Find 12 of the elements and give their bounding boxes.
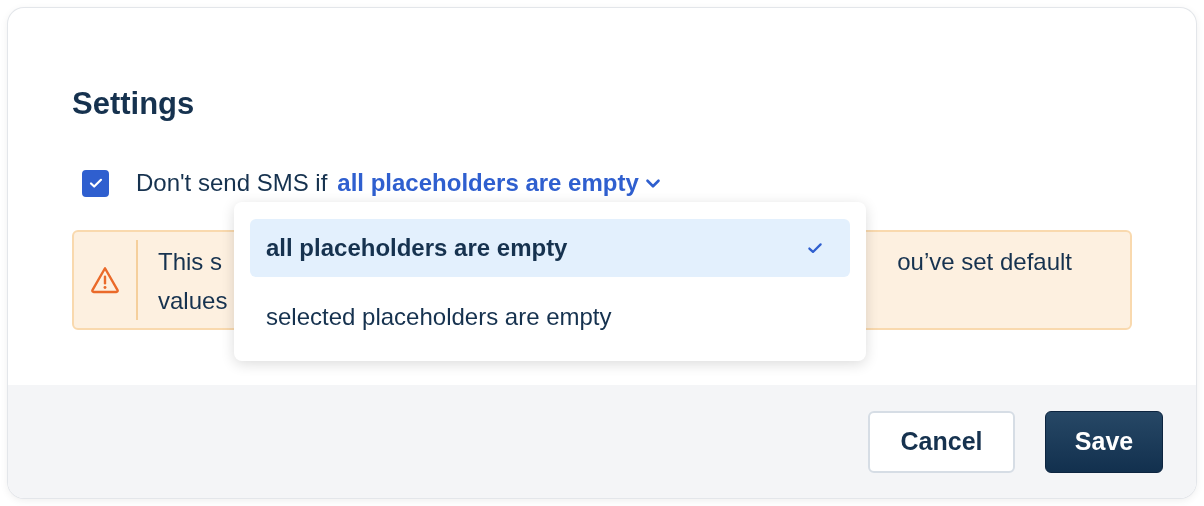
warning-text: ou’ve set default: [897, 247, 1072, 277]
condition-dropdown[interactable]: all placeholders are empty: [337, 169, 661, 197]
condition-label: Don't send SMS if: [136, 169, 328, 197]
cancel-button[interactable]: Cancel: [868, 410, 1015, 473]
checkbox[interactable]: [82, 169, 109, 197]
warning-text: values: [158, 286, 228, 316]
dropdown-option[interactable]: all placeholders are empty: [250, 219, 850, 277]
dropdown-option[interactable]: selected placeholders are empty: [250, 288, 850, 346]
section-title: Settings: [72, 85, 196, 123]
warning-text: This s: [158, 247, 222, 277]
warning-icon: [88, 264, 122, 296]
save-button[interactable]: Save: [1045, 410, 1163, 473]
